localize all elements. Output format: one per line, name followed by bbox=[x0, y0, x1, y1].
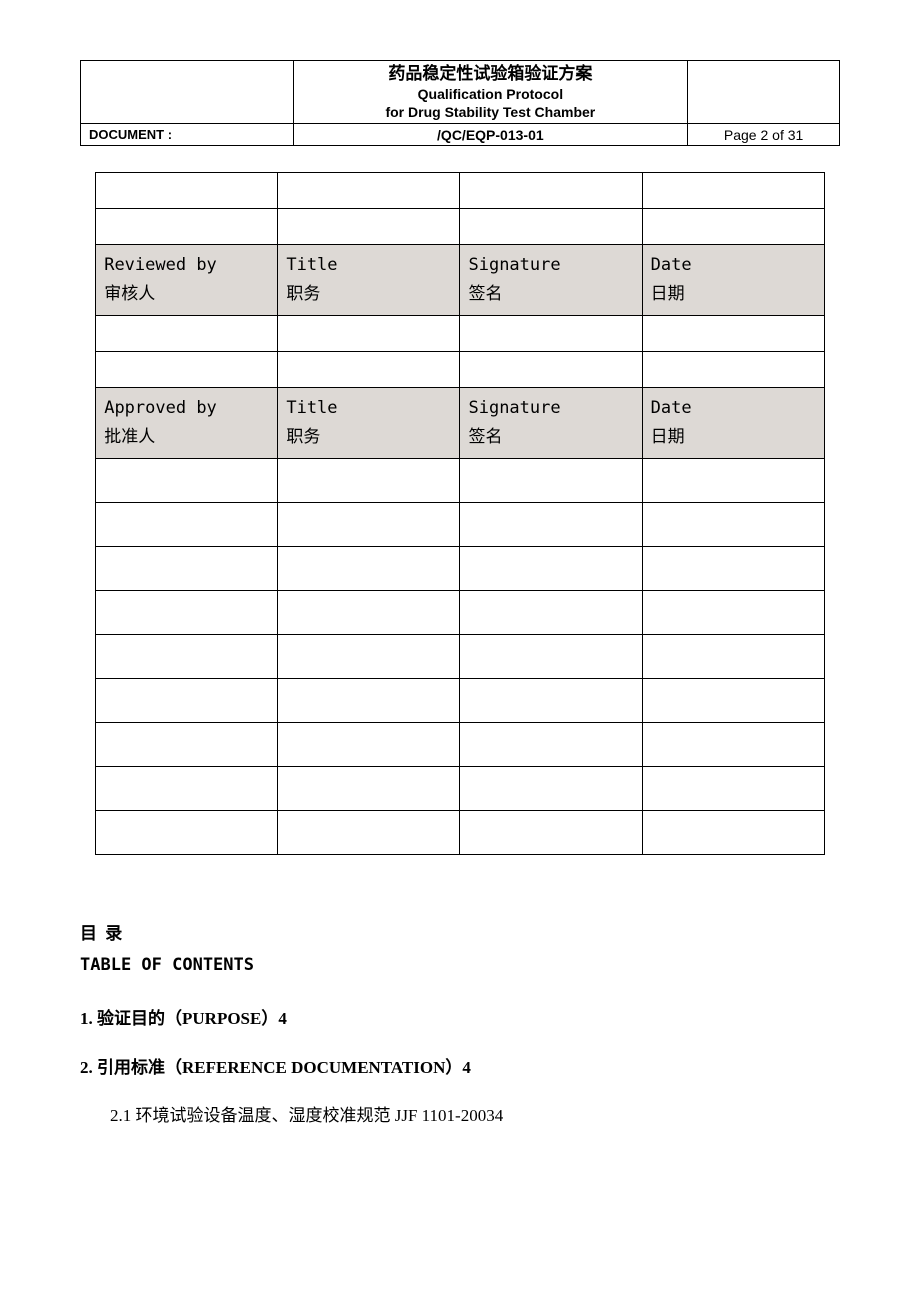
table-row bbox=[642, 459, 824, 503]
table-row bbox=[642, 591, 824, 635]
page-info: Page 2 of 31 bbox=[688, 124, 840, 146]
table-row bbox=[642, 547, 824, 591]
table-row bbox=[460, 459, 642, 503]
date-en: Date bbox=[651, 398, 692, 418]
table-row bbox=[96, 591, 278, 635]
table-row bbox=[278, 723, 460, 767]
table-row bbox=[642, 811, 824, 855]
table-row bbox=[460, 503, 642, 547]
table-row bbox=[278, 352, 460, 388]
table-row bbox=[642, 352, 824, 388]
signature-cn: 签名 bbox=[468, 427, 502, 447]
table-row bbox=[278, 811, 460, 855]
table-row bbox=[96, 679, 278, 723]
table-row bbox=[96, 723, 278, 767]
doc-title-en1: Qualification Protocol bbox=[302, 85, 680, 103]
table-row bbox=[642, 316, 824, 352]
toc-section: 目 录 TABLE OF CONTENTS 1. 验证目的（PURPOSE）4 … bbox=[80, 919, 840, 1132]
table-row bbox=[96, 547, 278, 591]
title-cn: 职务 bbox=[286, 284, 320, 304]
table-row bbox=[460, 547, 642, 591]
table-row bbox=[460, 316, 642, 352]
table-row bbox=[96, 503, 278, 547]
date-en: Date bbox=[651, 255, 692, 275]
date-cn: 日期 bbox=[651, 284, 685, 304]
toc-item-2-1: 2.1 环境试验设备温度、湿度校准规范 JJF 1101-20034 bbox=[110, 1101, 840, 1132]
table-row bbox=[96, 767, 278, 811]
signature-cn: 签名 bbox=[468, 284, 502, 304]
table-row bbox=[642, 503, 824, 547]
doc-title-en2: for Drug Stability Test Chamber bbox=[302, 103, 680, 121]
table-row bbox=[278, 173, 460, 209]
table-row bbox=[642, 209, 824, 245]
title-header: Title 职务 bbox=[278, 245, 460, 316]
toc-item-1: 1. 验证目的（PURPOSE）4 bbox=[80, 1004, 840, 1035]
doc-label: DOCUMENT : bbox=[81, 124, 294, 146]
table-row bbox=[278, 503, 460, 547]
approved-by-cn: 批准人 bbox=[104, 427, 155, 447]
table-row bbox=[642, 767, 824, 811]
document-header-table: 药品稳定性试验箱验证方案 Qualification Protocol for … bbox=[80, 60, 840, 146]
table-row bbox=[460, 679, 642, 723]
header-title-cell: 药品稳定性试验箱验证方案 Qualification Protocol for … bbox=[293, 61, 688, 124]
title-en: Title bbox=[286, 398, 337, 418]
toc-heading-en: TABLE OF CONTENTS bbox=[80, 950, 840, 981]
header-logo-cell bbox=[81, 61, 294, 124]
signature-header: Signature 签名 bbox=[460, 245, 642, 316]
table-row bbox=[642, 679, 824, 723]
table-row bbox=[96, 459, 278, 503]
date-header: Date 日期 bbox=[642, 245, 824, 316]
signature-en: Signature bbox=[468, 398, 560, 418]
toc-items: 1. 验证目的（PURPOSE）4 2. 引用标准（REFERENCE DOCU… bbox=[80, 1004, 840, 1132]
table-row bbox=[96, 635, 278, 679]
reviewed-by-header: Reviewed by 审核人 bbox=[96, 245, 278, 316]
date-header: Date 日期 bbox=[642, 388, 824, 459]
approved-by-header: Approved by 批准人 bbox=[96, 388, 278, 459]
table-row bbox=[460, 723, 642, 767]
table-row bbox=[96, 316, 278, 352]
approved-by-en: Approved by bbox=[104, 398, 217, 418]
signature-header: Signature 签名 bbox=[460, 388, 642, 459]
table-row bbox=[278, 591, 460, 635]
toc-item-2: 2. 引用标准（REFERENCE DOCUMENTATION）4 bbox=[80, 1053, 840, 1084]
table-row bbox=[460, 811, 642, 855]
doc-number: /QC/EQP-013-01 bbox=[293, 124, 688, 146]
signature-en: Signature bbox=[468, 255, 560, 275]
signature-table: Reviewed by 审核人 Title 职务 Signature 签名 Da… bbox=[95, 172, 825, 855]
header-right-cell bbox=[688, 61, 840, 124]
title-en: Title bbox=[286, 255, 337, 275]
table-row bbox=[278, 459, 460, 503]
table-row bbox=[642, 723, 824, 767]
table-row bbox=[278, 679, 460, 723]
doc-title-cn: 药品稳定性试验箱验证方案 bbox=[302, 63, 680, 85]
table-row bbox=[278, 767, 460, 811]
table-row bbox=[96, 209, 278, 245]
table-row bbox=[460, 173, 642, 209]
table-row bbox=[278, 547, 460, 591]
date-cn: 日期 bbox=[651, 427, 685, 447]
title-header: Title 职务 bbox=[278, 388, 460, 459]
table-row bbox=[460, 767, 642, 811]
table-row bbox=[642, 635, 824, 679]
table-row bbox=[278, 209, 460, 245]
reviewed-by-en: Reviewed by bbox=[104, 255, 217, 275]
table-row bbox=[278, 316, 460, 352]
table-row bbox=[96, 352, 278, 388]
title-cn: 职务 bbox=[286, 427, 320, 447]
table-row bbox=[460, 591, 642, 635]
table-row bbox=[96, 811, 278, 855]
reviewed-by-cn: 审核人 bbox=[104, 284, 155, 304]
table-row bbox=[278, 635, 460, 679]
table-row bbox=[460, 352, 642, 388]
table-row bbox=[642, 173, 824, 209]
table-row bbox=[96, 173, 278, 209]
table-row bbox=[460, 635, 642, 679]
toc-heading-cn: 目 录 bbox=[80, 919, 840, 950]
table-row bbox=[460, 209, 642, 245]
